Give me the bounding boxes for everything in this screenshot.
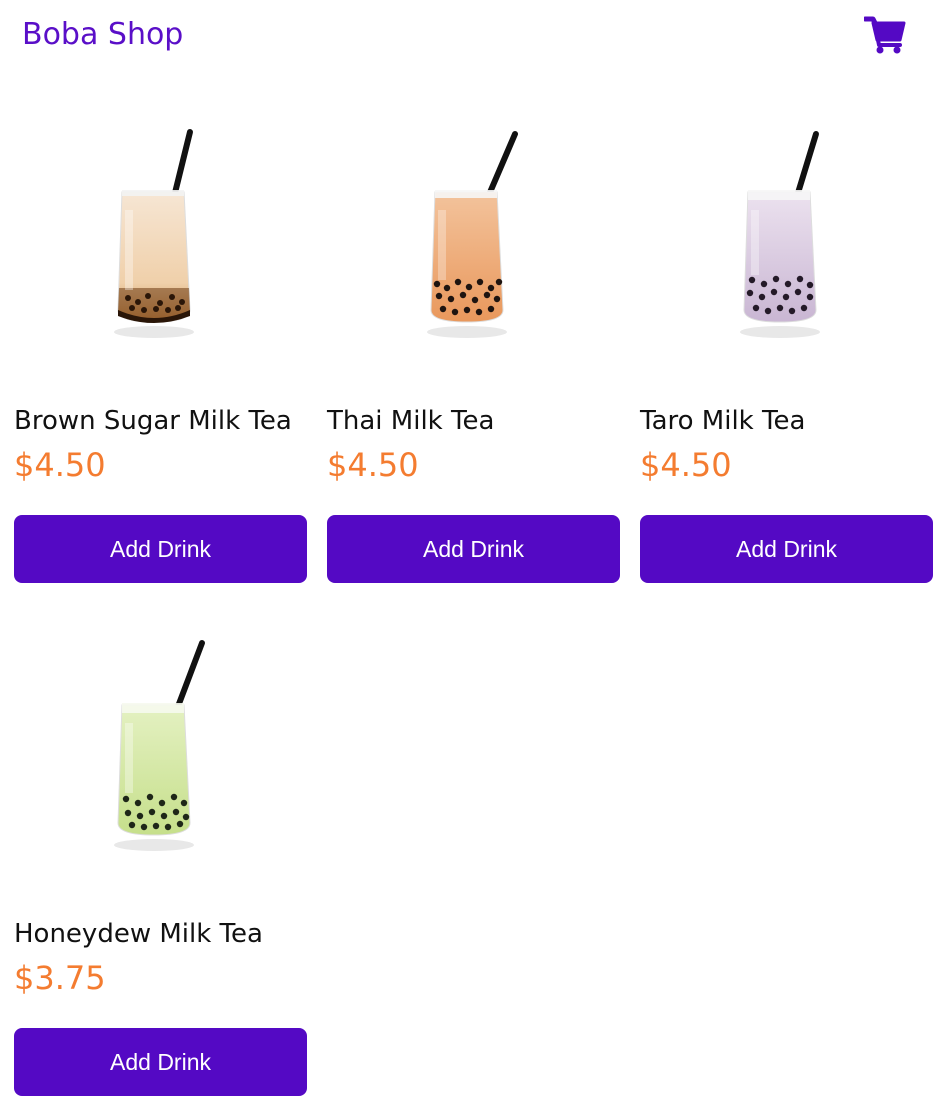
drink-image-thai (427, 131, 518, 338)
add-drink-button[interactable]: Add Drink (327, 515, 620, 583)
drink-image-taro (740, 131, 820, 338)
product-name: Thai Milk Tea (327, 406, 495, 436)
product-price: $4.50 (14, 446, 106, 484)
product-name: Brown Sugar Milk Tea (14, 406, 292, 436)
product-price: $3.75 (14, 959, 106, 997)
product-price: $4.50 (327, 446, 419, 484)
add-drink-button[interactable]: Add Drink (640, 515, 933, 583)
product-name: Honeydew Milk Tea (14, 919, 263, 949)
add-drink-button[interactable]: Add Drink (14, 515, 307, 583)
product-name: Taro Milk Tea (640, 406, 806, 436)
brand-title[interactable]: Boba Shop (22, 15, 183, 55)
cart-icon-graphic (862, 16, 906, 54)
drink-image-brown-sugar (114, 129, 194, 338)
product-price: $4.50 (640, 446, 732, 484)
cart-icon[interactable] (862, 16, 906, 54)
add-drink-button[interactable]: Add Drink (14, 1028, 307, 1096)
header: Boba Shop (0, 0, 949, 76)
drink-image-honeydew (114, 640, 205, 851)
